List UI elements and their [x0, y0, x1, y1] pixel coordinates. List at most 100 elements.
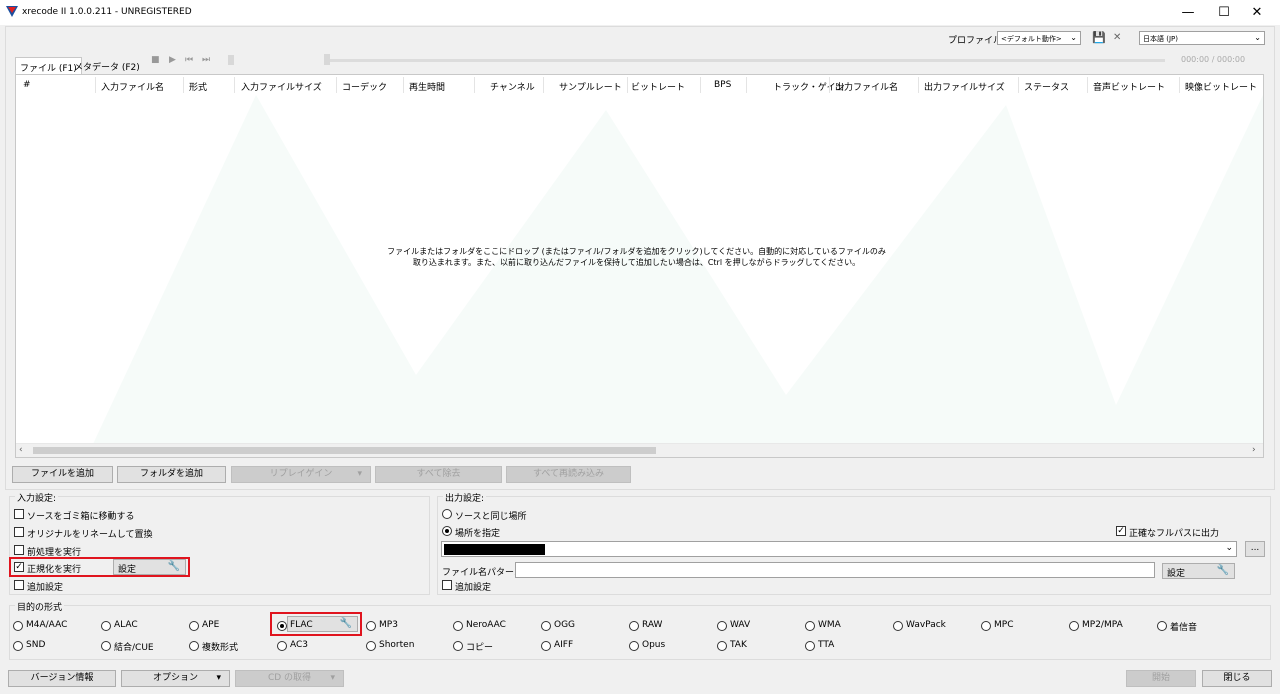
- trash-source-checkbox[interactable]: [14, 509, 24, 519]
- column-audio-bitrate[interactable]: 音声ビットレート: [1093, 80, 1165, 93]
- normalize-settings-button[interactable]: 設定 🔧: [113, 559, 186, 575]
- replaygain-button[interactable]: リプレイゲイン ▾: [231, 466, 371, 483]
- language-select[interactable]: 日本語 (JP) ⌄: [1139, 31, 1265, 45]
- rename-original-label: オリジナルをリネームして置換: [27, 530, 153, 540]
- seek-track[interactable]: [325, 59, 1165, 62]
- format-radio--[interactable]: [453, 641, 463, 651]
- format-label-ac3: AC3: [290, 640, 309, 650]
- format-radio-alac[interactable]: [101, 621, 111, 631]
- output-path-select[interactable]: ⌄: [441, 541, 1237, 557]
- close-button[interactable]: 閉じる: [1202, 670, 1272, 687]
- file-list[interactable]: # 入力ファイル名 形式 入力ファイルサイズ コーデック 再生時間 チャンネル …: [15, 74, 1264, 458]
- scrollbar-thumb[interactable]: [33, 447, 656, 454]
- output-extra-checkbox[interactable]: [442, 580, 452, 590]
- specify-location-label: 場所を指定: [455, 529, 501, 539]
- column-input-name[interactable]: 入力ファイル名: [101, 80, 164, 93]
- format-radio-tta[interactable]: [805, 641, 815, 651]
- specify-location-radio[interactable]: [442, 526, 452, 536]
- browse-button[interactable]: ...: [1245, 541, 1265, 557]
- profile-select[interactable]: <デフォルト動作> ⌄: [997, 31, 1081, 45]
- format-radio-mp2-mpa[interactable]: [1069, 621, 1079, 631]
- remove-all-button[interactable]: すべて除去: [375, 466, 502, 483]
- column-input-size[interactable]: 入力ファイルサイズ: [241, 80, 322, 93]
- format-label-mpc: MPC: [994, 620, 1014, 630]
- format-radio-ac3[interactable]: [277, 641, 287, 651]
- column-status[interactable]: ステータス: [1024, 80, 1069, 93]
- horizontal-scrollbar[interactable]: ‹ ›: [16, 443, 1263, 457]
- chevron-left-icon[interactable]: ‹: [19, 445, 23, 455]
- format-radio-wav[interactable]: [717, 621, 727, 631]
- column-output-name[interactable]: 出力ファイル名: [835, 80, 898, 93]
- format-radio--[interactable]: [1157, 621, 1167, 631]
- volume-slider[interactable]: [228, 55, 234, 65]
- column-sample-rate[interactable]: サンプルレート: [559, 80, 622, 93]
- format-radio-opus[interactable]: [629, 641, 639, 651]
- seek-handle[interactable]: [324, 54, 330, 65]
- format-label--: 着信音: [1170, 623, 1198, 633]
- format-radio-wma[interactable]: [805, 621, 815, 631]
- full-path-checkbox[interactable]: ✓: [1116, 526, 1126, 536]
- format-radio-raw[interactable]: [629, 621, 639, 631]
- column-channels[interactable]: チャンネル: [490, 80, 535, 93]
- column-duration[interactable]: 再生時間: [409, 80, 445, 93]
- add-file-button[interactable]: ファイルを追加: [12, 466, 113, 483]
- play-icon[interactable]: ▶: [169, 55, 176, 65]
- column-separator: [1018, 77, 1019, 93]
- rename-original-checkbox[interactable]: [14, 527, 24, 537]
- reload-all-button[interactable]: すべて再読み込み: [506, 466, 631, 483]
- format-label-snd: SND: [26, 640, 46, 650]
- format-radio--[interactable]: [189, 641, 199, 651]
- format-radio-shorten[interactable]: [366, 641, 376, 651]
- tab-metadata[interactable]: メタデータ (F2): [70, 57, 144, 73]
- options-button[interactable]: オプション ▾: [121, 670, 230, 687]
- output-settings-button[interactable]: 設定 🔧: [1162, 563, 1235, 579]
- stop-icon[interactable]: ■: [151, 55, 160, 65]
- previous-icon[interactable]: ⏮: [185, 55, 193, 65]
- format-radio-flac[interactable]: [277, 621, 287, 631]
- format-radio-tak[interactable]: [717, 641, 727, 651]
- column-output-size[interactable]: 出力ファイルサイズ: [924, 80, 1005, 93]
- target-format-group: [9, 605, 1271, 660]
- input-extra-label: 追加設定: [27, 583, 64, 593]
- column-separator: [918, 77, 919, 93]
- column-video-bitrate[interactable]: 映像ビットレート: [1185, 80, 1257, 93]
- same-as-source-radio[interactable]: [442, 509, 452, 519]
- add-folder-button[interactable]: フォルダを追加: [117, 466, 226, 483]
- chevron-right-icon[interactable]: ›: [1252, 445, 1256, 455]
- input-settings-label: 入力設定:: [15, 491, 59, 504]
- drop-hint-line-2: 取り込まれます。また、以前に取り込んだファイルを保持して追加したい場合は、Ctr…: [412, 258, 861, 267]
- format-radio-mp3[interactable]: [366, 621, 376, 631]
- column-index[interactable]: #: [23, 80, 31, 90]
- format-radio-ogg[interactable]: [541, 621, 551, 631]
- filename-pattern-label: ファイル名パターン:: [442, 568, 526, 578]
- close-window-button[interactable]: ✕: [1234, 0, 1280, 25]
- next-icon[interactable]: ⏭: [202, 55, 210, 65]
- format-radio-wavpack[interactable]: [893, 621, 903, 631]
- get-cd-button[interactable]: CD の取得 ▾: [235, 670, 344, 687]
- format-label--cue: 結合/CUE: [114, 643, 154, 653]
- format-radio-snd[interactable]: [13, 641, 23, 651]
- save-icon[interactable]: 💾: [1092, 31, 1106, 44]
- column-bitrate[interactable]: ビットレート: [631, 80, 685, 93]
- format-label-m4a-aac: M4A/AAC: [26, 620, 68, 630]
- normalize-checkbox[interactable]: ✓: [14, 562, 24, 572]
- column-codec[interactable]: コーデック: [342, 80, 387, 93]
- format-radio-ape[interactable]: [189, 621, 199, 631]
- input-extra-checkbox[interactable]: [14, 580, 24, 590]
- format-radio-m4a-aac[interactable]: [13, 621, 23, 631]
- filename-pattern-input[interactable]: [515, 562, 1155, 578]
- version-info-button[interactable]: バージョン情報: [8, 670, 116, 687]
- column-bps[interactable]: BPS: [714, 80, 731, 90]
- column-separator: [829, 77, 830, 93]
- column-separator: [543, 77, 544, 93]
- column-track-gain[interactable]: トラック・ゲイン: [773, 80, 845, 93]
- format-radio-mpc[interactable]: [981, 621, 991, 631]
- start-button[interactable]: 開始: [1126, 670, 1196, 687]
- format-radio--cue[interactable]: [101, 641, 111, 651]
- preprocess-checkbox[interactable]: [14, 545, 24, 555]
- delete-profile-icon[interactable]: ✕: [1113, 32, 1121, 43]
- time-display: 000:00 / 000:00: [1181, 55, 1246, 64]
- format-radio-neroaac[interactable]: [453, 621, 463, 631]
- column-format[interactable]: 形式: [189, 80, 207, 93]
- format-radio-aiff[interactable]: [541, 641, 551, 651]
